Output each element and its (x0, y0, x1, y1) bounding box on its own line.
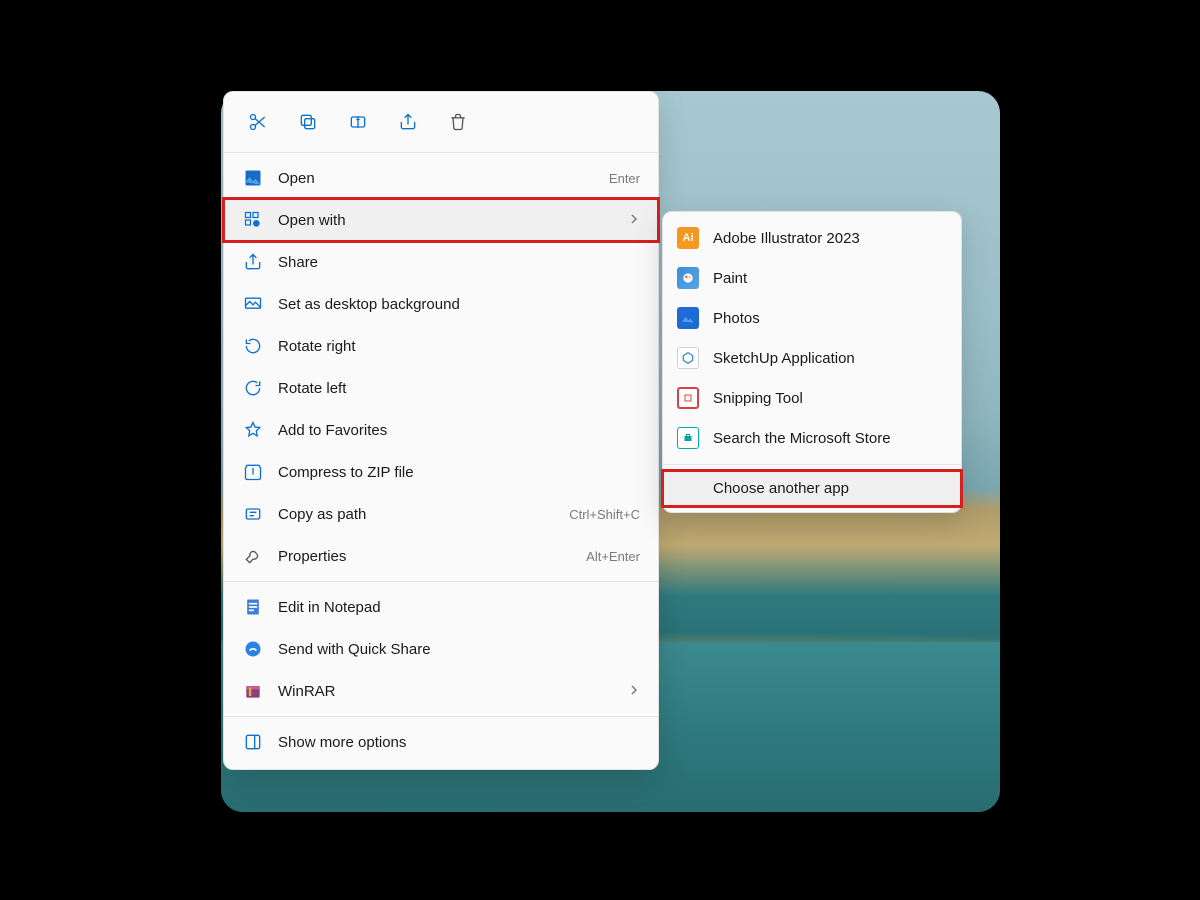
openwith-illustrator-label: Adobe Illustrator 2023 (713, 230, 945, 247)
menu-rotate-right-label: Rotate right (278, 338, 640, 355)
openwith-photos[interactable]: Photos (663, 298, 961, 338)
menu-show-more-label: Show more options (278, 734, 640, 751)
photos-app-icon (677, 307, 699, 329)
cut-button[interactable] (246, 110, 270, 134)
open-with-submenu: Ai Adobe Illustrator 2023 Paint Photos S… (662, 211, 962, 513)
illustrator-icon: Ai (677, 227, 699, 249)
share-menu-icon (242, 251, 264, 273)
menu-copy-path-shortcut: Ctrl+Shift+C (569, 507, 640, 522)
notepad-icon (242, 596, 264, 618)
menu-compress[interactable]: Compress to ZIP file (224, 451, 658, 493)
menu-quick-share[interactable]: Send with Quick Share (224, 628, 658, 670)
wrench-icon (242, 545, 264, 567)
share-icon (398, 112, 418, 132)
menu-set-bg-label: Set as desktop background (278, 296, 640, 313)
openwith-sketchup[interactable]: SketchUp Application (663, 338, 961, 378)
paint-icon (677, 267, 699, 289)
menu-divider (224, 581, 658, 582)
chevron-right-icon (628, 683, 640, 700)
menu-quick-share-label: Send with Quick Share (278, 641, 640, 658)
open-with-icon (242, 209, 264, 231)
menu-show-more[interactable]: Show more options (224, 721, 658, 763)
menu-properties[interactable]: Properties Alt+Enter (224, 535, 658, 577)
menu-add-favorites[interactable]: Add to Favorites (224, 409, 658, 451)
menu-copy-path[interactable]: Copy as path Ctrl+Shift+C (224, 493, 658, 535)
openwith-illustrator[interactable]: Ai Adobe Illustrator 2023 (663, 218, 961, 258)
rename-button[interactable] (346, 110, 370, 134)
copy-path-icon (242, 503, 264, 525)
menu-open-shortcut: Enter (609, 171, 640, 186)
context-toolbar (224, 98, 658, 148)
choose-another-label: Choose another app (713, 480, 945, 497)
menu-share-label: Share (278, 254, 640, 271)
store-icon (677, 427, 699, 449)
wallpaper-icon (242, 293, 264, 315)
menu-properties-label: Properties (278, 548, 572, 565)
sketchup-icon (677, 347, 699, 369)
quick-share-icon (242, 638, 264, 660)
rotate-right-icon (242, 335, 264, 357)
openwith-snip-label: Snipping Tool (713, 390, 945, 407)
menu-rotate-left-label: Rotate left (278, 380, 640, 397)
menu-compress-label: Compress to ZIP file (278, 464, 640, 481)
show-more-icon (242, 731, 264, 753)
winrar-icon (242, 680, 264, 702)
menu-divider (663, 464, 961, 465)
menu-copy-path-label: Copy as path (278, 506, 555, 523)
menu-favorites-label: Add to Favorites (278, 422, 640, 439)
delete-icon (448, 112, 468, 132)
cut-icon (248, 112, 268, 132)
chevron-right-icon (628, 212, 640, 229)
openwith-paint-label: Paint (713, 270, 945, 287)
menu-properties-shortcut: Alt+Enter (586, 549, 640, 564)
rotate-left-icon (242, 377, 264, 399)
menu-divider (224, 152, 658, 153)
menu-notepad-label: Edit in Notepad (278, 599, 640, 616)
openwith-store-label: Search the Microsoft Store (713, 430, 945, 447)
zip-icon (242, 461, 264, 483)
share-toolbar-button[interactable] (396, 110, 420, 134)
menu-winrar-label: WinRAR (278, 683, 614, 700)
menu-open-label: Open (278, 170, 595, 187)
openwith-store[interactable]: Search the Microsoft Store (663, 418, 961, 458)
context-menu: Open Enter Open with Share Set as desk (223, 91, 659, 770)
menu-rotate-right[interactable]: Rotate right (224, 325, 658, 367)
menu-divider (224, 716, 658, 717)
openwith-photos-label: Photos (713, 310, 945, 327)
openwith-paint[interactable]: Paint (663, 258, 961, 298)
copy-icon (298, 112, 318, 132)
menu-notepad[interactable]: Edit in Notepad (224, 586, 658, 628)
rename-icon (348, 112, 368, 132)
copy-button[interactable] (296, 110, 320, 134)
openwith-snipping[interactable]: Snipping Tool (663, 378, 961, 418)
choose-another-app[interactable]: Choose another app (663, 471, 961, 506)
menu-share[interactable]: Share (224, 241, 658, 283)
menu-open[interactable]: Open Enter (224, 157, 658, 199)
star-icon (242, 419, 264, 441)
menu-open-with[interactable]: Open with (224, 199, 658, 241)
menu-set-background[interactable]: Set as desktop background (224, 283, 658, 325)
menu-winrar[interactable]: WinRAR (224, 670, 658, 712)
openwith-sketchup-label: SketchUp Application (713, 350, 945, 367)
menu-rotate-left[interactable]: Rotate left (224, 367, 658, 409)
snipping-tool-icon (677, 387, 699, 409)
delete-button[interactable] (446, 110, 470, 134)
menu-open-with-label: Open with (278, 212, 614, 229)
photos-icon (242, 167, 264, 189)
